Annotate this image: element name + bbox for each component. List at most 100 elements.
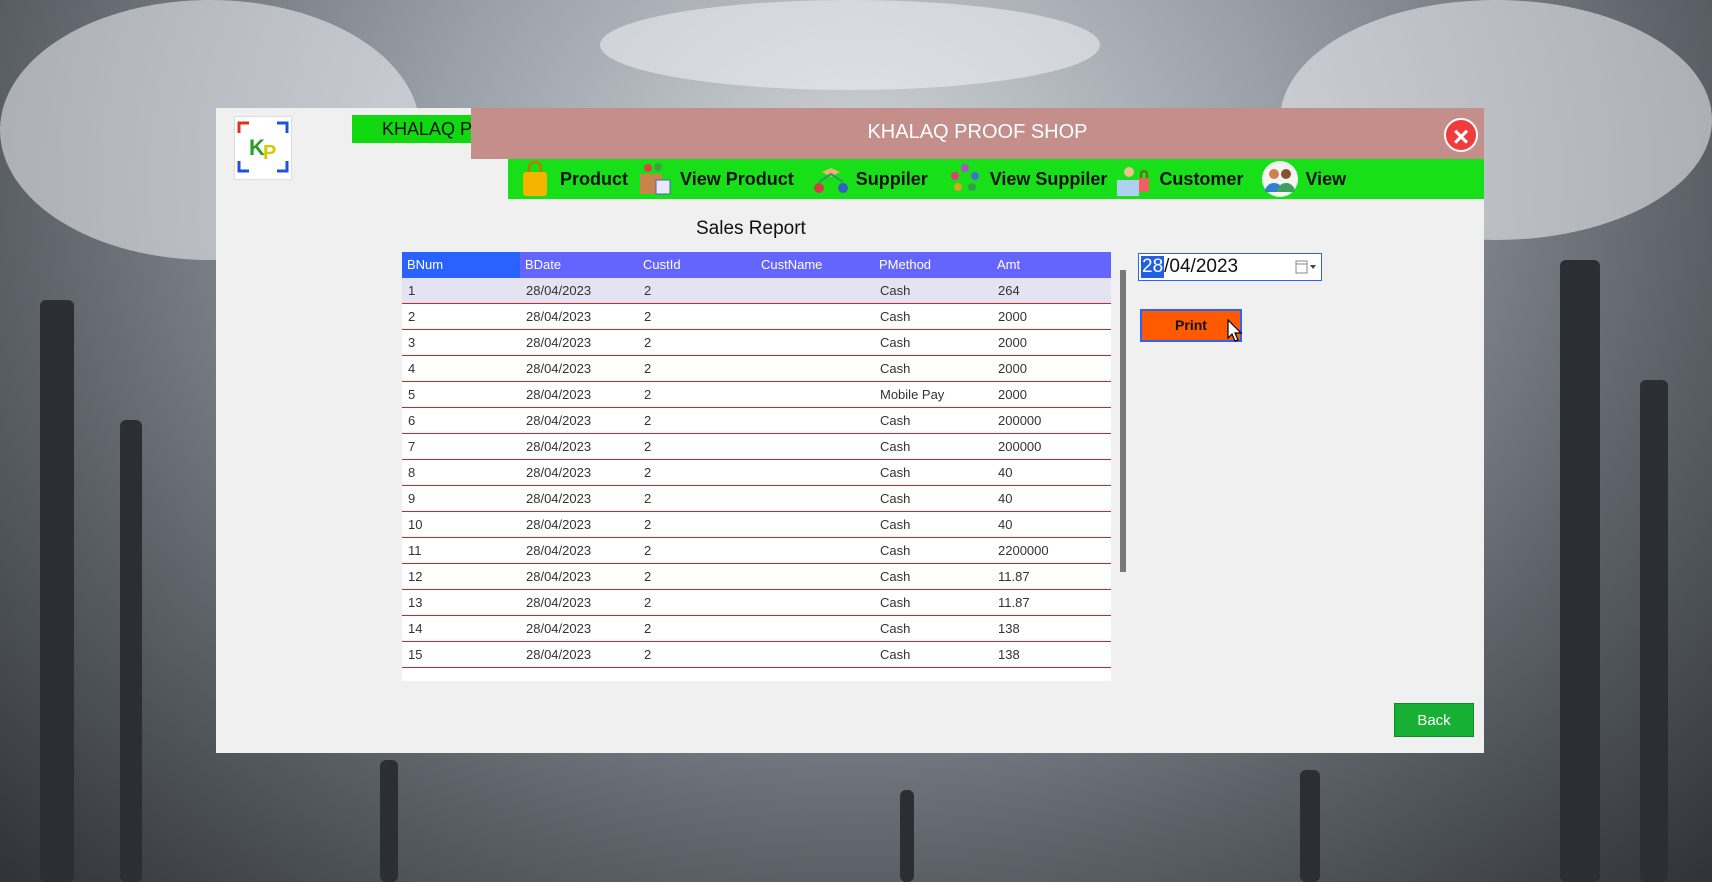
cell-pmethod[interactable]: Mobile Pay [874, 382, 992, 407]
table-row[interactable]: 15 28/04/2023 2 Cash 138 [402, 642, 1111, 668]
table-row[interactable]: 11 28/04/2023 2 Cash 2200000 [402, 538, 1111, 564]
cell-bdate[interactable]: 28/04/2023 [520, 538, 638, 563]
cell-custid[interactable]: 2 [638, 330, 756, 355]
cell-bnum[interactable]: 12 [402, 564, 520, 589]
cell-amt[interactable]: 2000 [992, 304, 1111, 329]
sales-report-grid[interactable]: BNum BDate CustId CustName PMethod Amt 1… [402, 252, 1111, 681]
column-header-bnum[interactable]: BNum [402, 252, 520, 278]
scrollbar-thumb[interactable] [1120, 270, 1126, 572]
cell-custid[interactable]: 2 [638, 356, 756, 381]
cell-bnum[interactable]: 5 [402, 382, 520, 407]
cell-pmethod[interactable]: Cash [874, 304, 992, 329]
close-button[interactable]: × [1444, 118, 1478, 152]
cell-custname[interactable] [756, 616, 874, 641]
cell-bdate[interactable]: 28/04/2023 [520, 278, 638, 303]
cell-custid[interactable]: 2 [638, 486, 756, 511]
cell-custname[interactable] [756, 382, 874, 407]
cell-custname[interactable] [756, 512, 874, 537]
table-row[interactable]: 9 28/04/2023 2 Cash 40 [402, 486, 1111, 512]
nav-item-suppiler[interactable]: Suppiler [812, 159, 928, 199]
nav-item-customer[interactable]: Customer [1115, 159, 1243, 199]
table-row[interactable]: 2 28/04/2023 2 Cash 2000 [402, 304, 1111, 330]
cell-custname[interactable] [756, 356, 874, 381]
nav-item-product[interactable]: Product [516, 159, 628, 199]
cell-bdate[interactable]: 28/04/2023 [520, 304, 638, 329]
cell-pmethod[interactable]: Cash [874, 356, 992, 381]
column-header-pmethod[interactable]: PMethod [874, 252, 992, 278]
cell-custname[interactable] [756, 304, 874, 329]
cell-pmethod[interactable]: Cash [874, 512, 992, 537]
cell-custname[interactable] [756, 642, 874, 667]
nav-item-view-product[interactable]: View Product [636, 159, 794, 199]
cell-bnum[interactable]: 2 [402, 304, 520, 329]
table-row[interactable]: 10 28/04/2023 2 Cash 40 [402, 512, 1111, 538]
cell-bdate[interactable]: 28/04/2023 [520, 486, 638, 511]
cell-custid[interactable]: 2 [638, 460, 756, 485]
table-row[interactable]: 13 28/04/2023 2 Cash 11.87 [402, 590, 1111, 616]
cell-custname[interactable] [756, 590, 874, 615]
date-rest-segment[interactable]: /04/2023 [1164, 256, 1238, 278]
table-row[interactable]: 12 28/04/2023 2 Cash 11.87 [402, 564, 1111, 590]
cell-pmethod[interactable]: Cash [874, 538, 992, 563]
cell-amt[interactable]: 2200000 [992, 538, 1111, 563]
date-picker[interactable]: 28 /04/2023 [1138, 253, 1322, 281]
cell-custid[interactable]: 2 [638, 382, 756, 407]
cell-bnum[interactable]: 9 [402, 486, 520, 511]
cell-pmethod[interactable]: Cash [874, 330, 992, 355]
cell-bnum[interactable]: 1 [402, 278, 520, 303]
cell-pmethod[interactable]: Cash [874, 408, 992, 433]
cell-pmethod[interactable]: Cash [874, 642, 992, 667]
column-header-bdate[interactable]: BDate [520, 252, 638, 278]
cell-bnum[interactable]: 7 [402, 434, 520, 459]
cell-bdate[interactable]: 28/04/2023 [520, 356, 638, 381]
column-header-amt[interactable]: Amt [992, 252, 1111, 278]
cell-amt[interactable]: 11.87 [992, 564, 1111, 589]
cell-custid[interactable]: 2 [638, 564, 756, 589]
cell-pmethod[interactable]: Cash [874, 564, 992, 589]
cell-bdate[interactable]: 28/04/2023 [520, 408, 638, 433]
cell-custid[interactable]: 2 [638, 278, 756, 303]
column-header-custid[interactable]: CustId [638, 252, 756, 278]
cell-bdate[interactable]: 28/04/2023 [520, 616, 638, 641]
cell-bnum[interactable]: 13 [402, 590, 520, 615]
table-row[interactable]: 6 28/04/2023 2 Cash 200000 [402, 408, 1111, 434]
cell-bnum[interactable]: 14 [402, 616, 520, 641]
grid-scrollbar[interactable] [1120, 270, 1126, 680]
table-row[interactable]: 8 28/04/2023 2 Cash 40 [402, 460, 1111, 486]
cell-bdate[interactable]: 28/04/2023 [520, 330, 638, 355]
cell-custid[interactable]: 2 [638, 590, 756, 615]
cell-pmethod[interactable]: Cash [874, 590, 992, 615]
cell-custname[interactable] [756, 278, 874, 303]
nav-item-view[interactable]: View [1261, 159, 1346, 199]
cell-pmethod[interactable]: Cash [874, 616, 992, 641]
cell-custid[interactable]: 2 [638, 538, 756, 563]
cell-bnum[interactable]: 11 [402, 538, 520, 563]
cell-pmethod[interactable]: Cash [874, 434, 992, 459]
cell-bnum[interactable]: 6 [402, 408, 520, 433]
cell-amt[interactable]: 40 [992, 512, 1111, 537]
cell-bnum[interactable]: 10 [402, 512, 520, 537]
cell-amt[interactable]: 40 [992, 460, 1111, 485]
cell-custid[interactable]: 2 [638, 304, 756, 329]
cell-pmethod[interactable]: Cash [874, 486, 992, 511]
cell-bnum[interactable]: 15 [402, 642, 520, 667]
cell-custid[interactable]: 2 [638, 642, 756, 667]
cell-amt[interactable]: 40 [992, 486, 1111, 511]
cell-amt[interactable]: 138 [992, 642, 1111, 667]
cell-bdate[interactable]: 28/04/2023 [520, 460, 638, 485]
table-row[interactable]: 5 28/04/2023 2 Mobile Pay 2000 [402, 382, 1111, 408]
cell-amt[interactable]: 138 [992, 616, 1111, 641]
column-header-custname[interactable]: CustName [756, 252, 874, 278]
cell-custname[interactable] [756, 538, 874, 563]
table-row[interactable]: 4 28/04/2023 2 Cash 2000 [402, 356, 1111, 382]
cell-custname[interactable] [756, 408, 874, 433]
table-row[interactable]: 14 28/04/2023 2 Cash 138 [402, 616, 1111, 642]
table-row[interactable]: 3 28/04/2023 2 Cash 2000 [402, 330, 1111, 356]
cell-amt[interactable]: 200000 [992, 434, 1111, 459]
date-day-segment[interactable]: 28 [1141, 256, 1165, 278]
cell-bdate[interactable]: 28/04/2023 [520, 564, 638, 589]
back-button[interactable]: Back [1394, 703, 1474, 737]
cell-custname[interactable] [756, 434, 874, 459]
cell-bdate[interactable]: 28/04/2023 [520, 512, 638, 537]
cell-custname[interactable] [756, 330, 874, 355]
